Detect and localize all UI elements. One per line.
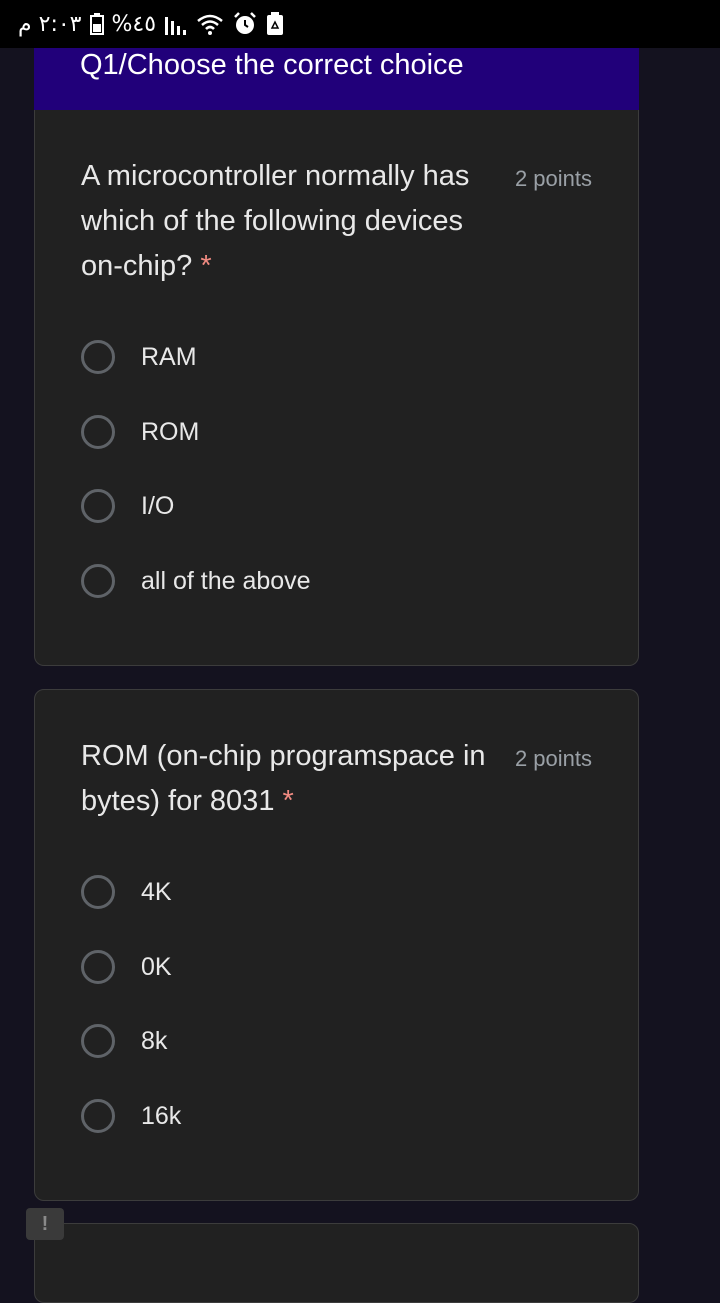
radio-button[interactable] — [81, 564, 115, 598]
radio-button[interactable] — [81, 1024, 115, 1058]
option-8k[interactable]: 8k — [81, 1021, 167, 1061]
option-label: RAM — [141, 342, 197, 371]
question-title: A microcontroller normally has which of … — [81, 154, 501, 289]
battery-icon — [89, 13, 104, 35]
option-label: I/O — [141, 491, 175, 520]
radio-button[interactable] — [81, 875, 115, 909]
status-left: ٢:٠٣ م %٤٥ — [18, 0, 284, 48]
option-label: 16k — [141, 1101, 182, 1130]
option-4k[interactable]: 4K — [81, 872, 172, 912]
status-bar: ٢:٠٣ م %٤٥ — [0, 0, 720, 48]
signal-icon — [164, 13, 188, 35]
section-title: Q1/Choose the correct choice — [80, 49, 464, 81]
status-time: ٢:٠٣ م — [18, 11, 82, 37]
question-card-1: A microcontroller normally has which of … — [34, 110, 639, 666]
alarm-icon — [232, 12, 258, 36]
question-text: A microcontroller normally has which of … — [81, 160, 470, 282]
option-io[interactable]: I/O — [81, 486, 174, 526]
option-label: 0K — [141, 952, 172, 981]
option-label: ROM — [141, 417, 200, 446]
question-points: 2 points — [514, 166, 592, 191]
radio-button[interactable] — [81, 415, 115, 449]
radio-button[interactable] — [81, 340, 115, 374]
option-0k[interactable]: 0K — [81, 947, 172, 987]
option-label: all of the above — [141, 566, 311, 595]
form-section-header: Q1/Choose the correct choice — [34, 48, 639, 110]
question-title: ROM (on-chip programspace in bytes) for … — [81, 734, 501, 824]
radio-button[interactable] — [81, 1099, 115, 1133]
required-asterisk: * — [282, 785, 294, 817]
question-card-2: ROM (on-chip programspace in bytes) for … — [34, 689, 639, 1201]
required-asterisk: * — [200, 250, 212, 282]
exclamation-icon: ! — [41, 1212, 49, 1235]
option-16k[interactable]: 16k — [81, 1096, 181, 1136]
recycle-icon — [266, 12, 284, 36]
report-feedback-button[interactable]: ! — [26, 1208, 64, 1240]
option-label: 4K — [141, 877, 172, 906]
radio-button[interactable] — [81, 950, 115, 984]
question-card-3 — [34, 1223, 639, 1303]
option-ram[interactable]: RAM — [81, 337, 197, 377]
radio-button[interactable] — [81, 489, 115, 523]
wifi-icon — [196, 13, 224, 35]
option-rom[interactable]: ROM — [81, 412, 199, 452]
option-label: 8k — [141, 1026, 168, 1055]
question-points: 2 points — [514, 746, 592, 771]
status-battery: %٤٥ — [111, 11, 157, 37]
option-all-of-the-above[interactable]: all of the above — [81, 561, 311, 601]
